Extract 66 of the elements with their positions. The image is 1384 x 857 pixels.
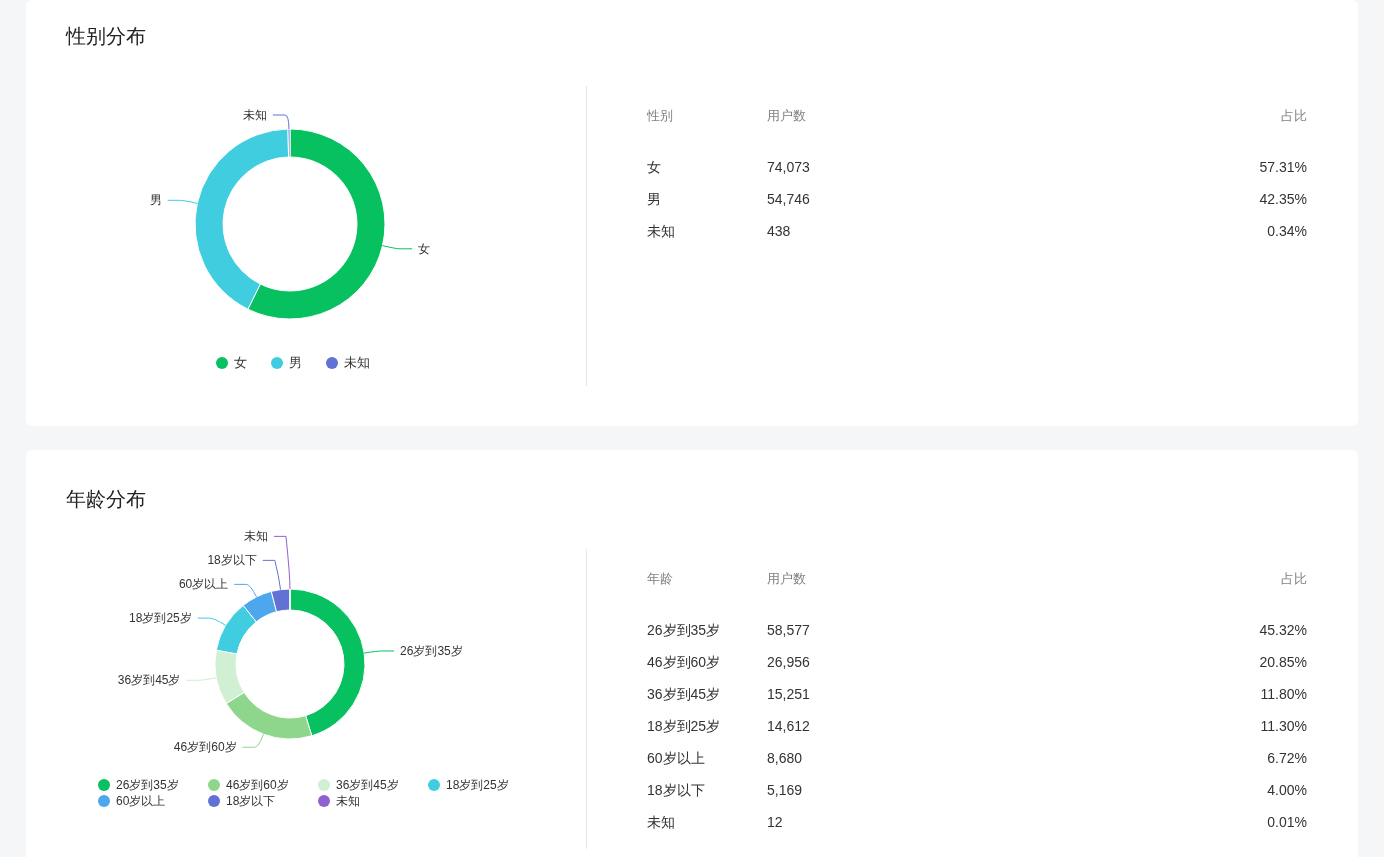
column-header: 年龄 [647,570,674,589]
column-header: 用户数 [767,570,807,589]
table-cell-text: 36岁到45岁 [647,684,722,704]
legend-label: 未知 [336,793,361,809]
legend-label: 60岁以上 [116,793,167,809]
legend-label: 18岁以下 [226,793,277,809]
table-cell-text: 0.01% [1267,812,1307,832]
legend-label: 未知 [344,354,370,372]
slice-label: 60岁以上 [178,577,229,592]
table-cell-text: 14,612 [767,716,811,736]
table-cell-text: 0.34% [1267,221,1307,241]
table-cell-text: 46岁到60岁 [647,652,722,672]
slice-label: 46岁到60岁 [173,740,237,755]
slice-label: 18岁到25岁 [129,611,192,626]
column-header: 占比 [1281,570,1307,589]
table-cell-text: 8,680 [767,748,804,768]
table-cell-text: 26岁到35岁 [647,620,722,640]
table-cell-text: 54,746 [767,189,811,209]
slice-label: 未知 [243,529,268,544]
table-cell-text: 11.30% [1260,716,1307,736]
leader-line [272,114,290,130]
table-cell-text: 20.85% [1259,652,1307,672]
slice-label: 36岁到45岁 [117,673,181,688]
table-cell-text: 18岁以下 [647,780,706,800]
legend-label: 26岁到35岁 [116,777,180,793]
legend-label: 36岁到45岁 [336,777,400,793]
table-cell-text: 18岁到25岁 [647,716,722,736]
slice-label: 18岁以下 [207,553,257,568]
leader-line [233,583,257,598]
legend-label: 18岁到25岁 [446,777,510,793]
leader-line [242,733,264,748]
table-cell-text: 6.72% [1267,748,1307,768]
table-cell-text: 60岁以上 [647,748,706,768]
column-header: 占比 [1281,107,1307,126]
table-cell-text: 58,577 [767,620,811,640]
legend-label: 男 [289,354,302,372]
table-cell-text: 12 [767,812,784,832]
table-cell-text: 男 [647,189,662,209]
slice-label: 男 [149,193,162,208]
leader-line [197,617,227,626]
leader-line [167,199,198,204]
table-cell-text: 女 [647,157,662,177]
table-cell-text: 57.31% [1259,157,1307,177]
table-cell-text: 45.32% [1259,620,1307,640]
column-header: 性别 [647,107,674,126]
table-cell-text: 15,251 [767,684,811,704]
section-title: 性别分布 [66,24,147,49]
leader-line [363,650,395,654]
leader-line [186,677,217,681]
legend-label: 46岁到60岁 [226,777,290,793]
table-cell-text: 74,073 [767,157,811,177]
table-cell-text: 未知 [647,812,676,832]
slice-label: 女 [418,241,431,256]
table-cell-text: 未知 [647,221,676,241]
column-header: 用户数 [767,107,807,126]
table-cell-text: 438 [767,221,792,241]
section-title: 年龄分布 [66,487,147,512]
slice-label: 未知 [242,108,267,122]
table-cell-text: 26,956 [767,652,811,672]
table-cell-text: 4.00% [1267,780,1307,800]
legend-label: 女 [234,354,247,372]
leader-line [382,245,413,250]
table-cell-text: 42.35% [1259,189,1307,209]
table-cell-text: 11.80% [1260,684,1307,704]
slice-label: 26岁到35岁 [400,643,463,658]
table-cell-text: 5,169 [767,780,804,800]
